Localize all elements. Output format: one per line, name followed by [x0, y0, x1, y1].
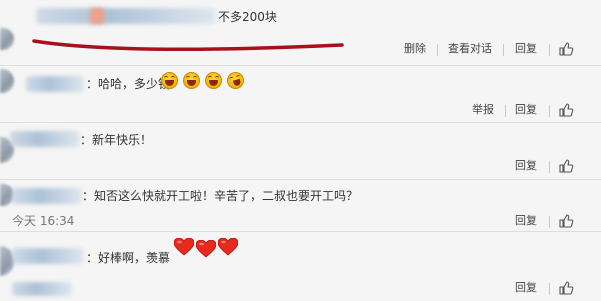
action-separator	[549, 161, 550, 173]
blurred-username-accent	[90, 8, 104, 24]
like-icon[interactable]	[558, 280, 574, 296]
laughing-emoji	[205, 72, 222, 89]
comment-text: ：好棒啊，羡慕	[86, 251, 171, 265]
reply-link[interactable]: 回复	[515, 158, 537, 174]
action-separator	[549, 216, 550, 228]
action-separator	[505, 105, 506, 117]
blurred-username[interactable]	[26, 76, 84, 92]
comment-2: ：哈哈，多少钱 举报 回复	[0, 66, 601, 123]
reply-link[interactable]: 回复	[515, 41, 537, 57]
delete-link[interactable]: 删除	[404, 41, 426, 57]
view-conversation-link[interactable]: 查看对话	[448, 41, 492, 57]
report-link[interactable]: 举报	[472, 102, 494, 118]
heart-emoji	[174, 238, 194, 256]
laughing-emoji	[161, 72, 178, 89]
action-separator	[437, 44, 438, 56]
action-separator	[549, 105, 550, 117]
blurred-username[interactable]	[10, 131, 80, 147]
comment-4: ：知否这么快就开工啦！辛苦了，二叔也要开工吗？ 今天 16:34 回复	[0, 180, 601, 232]
action-separator	[549, 44, 550, 56]
heart-emoji	[196, 240, 216, 258]
blurred-username[interactable]	[36, 8, 216, 24]
blurred-username[interactable]	[12, 248, 84, 264]
comment-text: ：哈哈，多少钱	[86, 77, 171, 91]
red-underline-annotation	[32, 39, 344, 51]
laughing-emoji	[225, 70, 246, 91]
timestamp: 今天 16:34	[12, 214, 75, 228]
comment-text: 不多200块	[218, 10, 277, 24]
avatar[interactable]	[0, 69, 14, 93]
comment-1: 不多200块 删除 查看对话 回复	[0, 0, 601, 66]
comment-3: ：新年快乐！ 回复	[0, 123, 601, 180]
like-icon[interactable]	[558, 41, 574, 57]
like-icon[interactable]	[558, 102, 574, 118]
heart-emoji	[218, 238, 238, 256]
reply-link[interactable]: 回复	[515, 280, 537, 296]
blurred-footer-text	[12, 282, 72, 296]
laughing-emoji	[183, 72, 200, 89]
comment-text: ：知否这么快就开工啦！辛苦了，二叔也要开工吗？	[82, 189, 359, 203]
action-separator	[549, 283, 550, 295]
comment-5: ：好棒啊，羡慕 回复	[0, 232, 601, 301]
comment-text: ：新年快乐！	[80, 133, 153, 147]
avatar[interactable]	[0, 28, 14, 50]
reply-link[interactable]: 回复	[515, 102, 537, 118]
reply-link[interactable]: 回复	[515, 213, 537, 229]
blurred-username[interactable]	[12, 188, 82, 204]
like-icon[interactable]	[558, 158, 574, 174]
action-separator	[503, 44, 504, 56]
like-icon[interactable]	[558, 213, 574, 229]
